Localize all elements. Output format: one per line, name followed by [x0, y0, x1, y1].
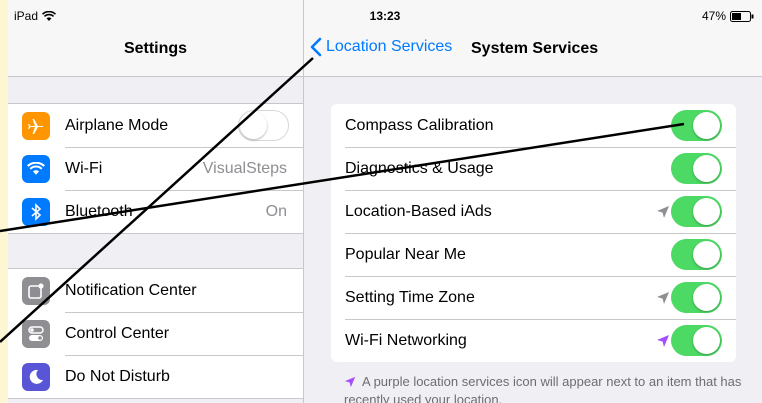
toggle-knob [693, 155, 720, 182]
diagnostics-usage-toggle[interactable] [671, 153, 722, 184]
wifi-icon [22, 154, 50, 183]
settings-group-system: Notification Center Control Center Do No… [8, 268, 303, 399]
bluetooth-icon [22, 197, 50, 226]
settings-pane: iPad Settings Airplane Mode Wi-Fi Visual… [8, 0, 303, 403]
page-edge-strip [0, 0, 8, 403]
toggle-knob [693, 284, 720, 311]
back-button[interactable]: Location Services [310, 37, 452, 57]
toggle-knob [693, 327, 720, 354]
list-item-wifi-networking: Wi-Fi Networking [331, 319, 736, 362]
list-item-location-based-iads: Location-Based iAds [331, 190, 736, 233]
settings-group-connectivity: Airplane Mode Wi-Fi VisualSteps Bluetoot… [8, 103, 303, 234]
toggle-knob [693, 198, 720, 225]
status-battery: 47% [702, 9, 754, 23]
list-item-label: Wi-Fi Networking [345, 331, 467, 349]
toggle-knob [693, 112, 720, 139]
toggle-knob [693, 241, 720, 268]
airplane-mode-toggle[interactable] [238, 110, 289, 141]
bluetooth-value: On [265, 202, 287, 220]
sidebar-item-airplane-mode[interactable]: Airplane Mode [8, 104, 303, 147]
battery-percent: 47% [701, 9, 726, 23]
sidebar-item-control-center[interactable]: Control Center [8, 312, 303, 355]
location-based-iads-toggle[interactable] [671, 196, 722, 227]
list-item-diagnostics-usage: Diagnostics & Usage [331, 147, 736, 190]
list-item-label: Location-Based iAds [345, 202, 492, 220]
notification-center-icon [22, 276, 50, 305]
status-device: iPad [14, 9, 57, 23]
sidebar-item-label: Do Not Disturb [65, 367, 170, 385]
sidebar-item-wifi[interactable]: Wi-Fi VisualSteps [8, 147, 303, 190]
footnote: A purple location services icon will app… [344, 373, 744, 403]
sidebar-item-label: Control Center [65, 324, 170, 342]
setting-time-zone-toggle[interactable] [671, 282, 722, 313]
footnote-text: A purple location services icon will app… [344, 374, 742, 403]
list-item-compass-calibration: Compass Calibration [331, 104, 736, 147]
list-item-label: Compass Calibration [345, 116, 494, 134]
location-arrow-purple-icon [344, 376, 356, 388]
system-services-nav-bar: 13:23 47% Location Services System Servi… [304, 0, 762, 77]
sidebar-item-label: Airplane Mode [65, 116, 169, 134]
location-arrow-gray-icon [657, 206, 669, 218]
moon-icon [22, 362, 50, 391]
toggle-knob [240, 112, 267, 139]
wifi-status-icon [42, 10, 57, 21]
compass-calibration-toggle[interactable] [671, 110, 722, 141]
page-title: System Services [471, 40, 599, 57]
list-item-label: Setting Time Zone [345, 288, 475, 306]
chevron-left-icon [310, 37, 322, 57]
system-services-pane: 13:23 47% Location Services System Servi… [304, 0, 762, 403]
wifi-networking-toggle[interactable] [671, 325, 722, 356]
sidebar-item-label: Wi-Fi [65, 159, 103, 177]
sidebar-item-notification-center[interactable]: Notification Center [8, 269, 303, 312]
list-item-popular-near-me: Popular Near Me [331, 233, 736, 276]
location-arrow-gray-icon [657, 292, 669, 304]
list-item-label: Diagnostics & Usage [345, 159, 494, 177]
system-services-list: Compass Calibration Diagnostics & Usage … [331, 104, 736, 362]
device-name: iPad [14, 9, 39, 23]
status-time: 13:23 [369, 9, 401, 23]
page-title: Settings [123, 40, 188, 57]
control-center-icon [22, 319, 50, 348]
sidebar-item-bluetooth[interactable]: Bluetooth On [8, 190, 303, 233]
list-item-setting-time-zone: Setting Time Zone [331, 276, 736, 319]
sidebar-item-label: Bluetooth [65, 202, 133, 220]
airplane-icon [22, 111, 50, 140]
settings-nav-bar: iPad Settings [8, 0, 303, 77]
sidebar-item-label: Notification Center [65, 281, 197, 299]
wifi-network-value: VisualSteps [202, 159, 287, 177]
sidebar-item-do-not-disturb[interactable]: Do Not Disturb [8, 355, 303, 398]
back-button-label: Location Services [326, 38, 453, 55]
location-arrow-purple-icon [657, 335, 669, 347]
list-item-label: Popular Near Me [345, 245, 466, 263]
battery-icon [730, 10, 754, 22]
popular-near-me-toggle[interactable] [671, 239, 722, 270]
